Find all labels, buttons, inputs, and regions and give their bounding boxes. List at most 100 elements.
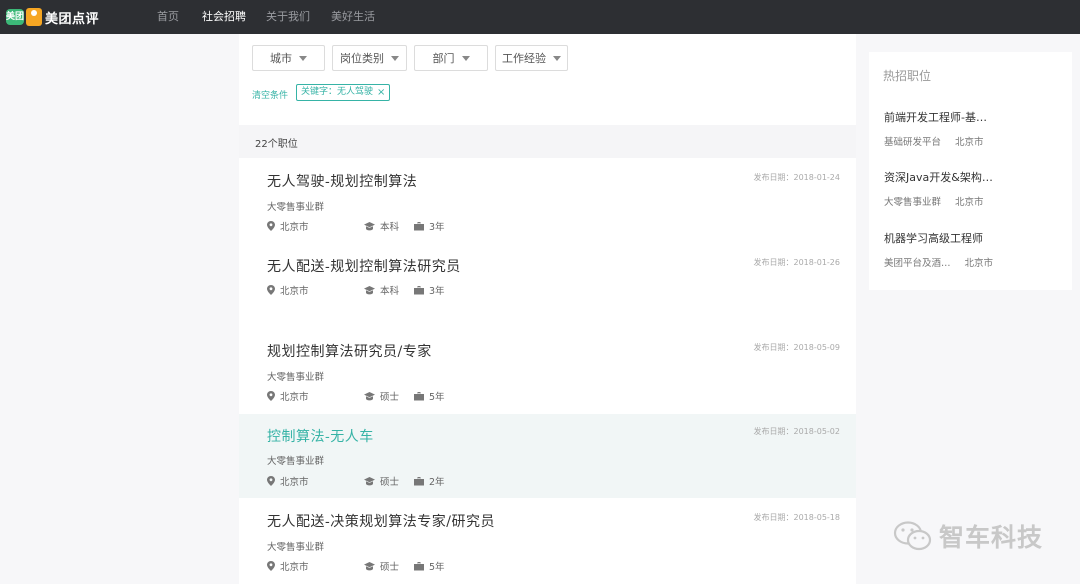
- filter-experience-dropdown[interactable]: 工作经验: [495, 45, 568, 71]
- job-department: 大零售事业群: [267, 456, 325, 467]
- hot-job-item[interactable]: 前端开发工程师-基… 基础研发平台 北京市: [884, 109, 987, 148]
- job-department: 大零售事业群: [267, 542, 325, 553]
- job-experience: 2年: [414, 474, 445, 488]
- job-city: 北京市: [267, 219, 309, 233]
- job-item[interactable]: 无人配送-决策规划算法专家/研究员 发布日期：2018-05-18 大零售事业群…: [239, 503, 856, 584]
- hot-job-meta: 大零售事业群 北京市: [884, 194, 993, 208]
- hot-job-city: 北京市: [964, 258, 994, 269]
- job-experience-text: 3年: [429, 222, 445, 233]
- caret-down-icon: [461, 55, 470, 61]
- job-experience: 3年: [414, 219, 445, 233]
- job-city-text: 北京市: [280, 222, 309, 233]
- hot-job-item[interactable]: 资深Java开发&架构… 大零售事业群 北京市: [884, 169, 993, 208]
- hot-job-city: 北京市: [955, 137, 984, 148]
- sidebar-title: 热招职位: [883, 69, 932, 83]
- job-education-text: 硕士: [380, 392, 400, 403]
- keyword-filter-tag: 关键字：无人驾驶 ×: [296, 84, 391, 101]
- brand-name: 美团点评: [45, 11, 100, 27]
- brand-logo[interactable]: 美团 美团点评: [6, 6, 99, 28]
- job-item[interactable]: 无人配送-规划控制算法研究员 发布日期：2018-01-26 北京市 本科 3年: [239, 248, 856, 332]
- filter-department-label: 部门: [432, 52, 455, 65]
- job-education-text: 硕士: [380, 477, 400, 488]
- brand-badge-icon: 美团: [6, 9, 24, 25]
- hot-job-title[interactable]: 前端开发工程师-基…: [884, 109, 987, 125]
- hot-job-title[interactable]: 机器学习高级工程师: [884, 230, 993, 246]
- filter-row: 城市 岗位类别 部门 工作经验: [252, 45, 575, 71]
- filter-city-label: 城市: [270, 52, 292, 65]
- wechat-icon: [893, 521, 932, 551]
- job-education: 硕士: [364, 559, 399, 573]
- job-education: 硕士: [364, 389, 399, 403]
- job-city: 北京市: [267, 474, 309, 488]
- hot-job-meta: 美团平台及酒… 北京市: [884, 255, 993, 269]
- caret-down-icon: [553, 55, 561, 61]
- nav-home[interactable]: 首页: [157, 0, 179, 34]
- job-title[interactable]: 无人配送-决策规划算法专家/研究员: [267, 511, 495, 531]
- job-city-text: 北京市: [280, 286, 309, 297]
- brand-mascot-icon: [26, 8, 42, 26]
- job-experience: 3年: [414, 283, 445, 297]
- job-item-highlighted[interactable]: 控制算法-无人车 发布日期：2018-05-02 大零售事业群 北京市 硕士 2…: [239, 414, 856, 498]
- hot-job-department: 基础研发平台: [884, 137, 942, 148]
- watermark-text: 智车科技: [939, 523, 1044, 552]
- filter-category-dropdown[interactable]: 岗位类别: [332, 45, 407, 71]
- briefcase-icon: [414, 561, 424, 570]
- job-title[interactable]: 无人配送-规划控制算法研究员: [267, 256, 461, 276]
- job-city-text: 北京市: [280, 562, 309, 573]
- briefcase-icon: [414, 476, 424, 485]
- nav-about-us[interactable]: 关于我们: [266, 0, 310, 34]
- close-icon[interactable]: ×: [377, 85, 385, 100]
- job-experience-text: 2年: [429, 477, 445, 488]
- job-experience: 5年: [414, 389, 445, 403]
- job-item[interactable]: 无人驾驶-规划控制算法 发布日期：2018-01-24 大零售事业群 北京市 本…: [239, 163, 856, 247]
- filter-category-label: 岗位类别: [340, 52, 384, 65]
- job-city-text: 北京市: [280, 477, 309, 488]
- location-pin-icon: [267, 561, 275, 571]
- job-experience: 5年: [414, 559, 445, 573]
- result-count-bar: 22个职位: [239, 125, 856, 158]
- hot-jobs-sidebar: 热招职位 前端开发工程师-基… 基础研发平台 北京市 资深Java开发&架构… …: [869, 52, 1072, 290]
- briefcase-icon: [414, 285, 424, 294]
- briefcase-icon: [414, 391, 424, 400]
- job-city: 北京市: [267, 559, 309, 573]
- location-pin-icon: [267, 391, 275, 401]
- job-title[interactable]: 控制算法-无人车: [267, 426, 374, 446]
- job-date: 发布日期：2018-05-02: [753, 427, 841, 436]
- job-education: 本科: [364, 219, 399, 233]
- job-title[interactable]: 无人驾驶-规划控制算法: [267, 171, 417, 191]
- filter-experience-label: 工作经验: [502, 52, 546, 65]
- clear-filters-link[interactable]: 清空条件: [252, 88, 288, 101]
- graduation-cap-icon: [364, 561, 375, 570]
- hot-job-department: 大零售事业群: [884, 197, 942, 208]
- job-experience-text: 5年: [429, 562, 445, 573]
- caret-down-icon: [299, 55, 307, 61]
- hot-job-item[interactable]: 机器学习高级工程师 美团平台及酒… 北京市: [884, 230, 993, 269]
- location-pin-icon: [267, 476, 275, 486]
- filter-department-dropdown[interactable]: 部门: [414, 45, 488, 71]
- job-date: 发布日期：2018-01-24: [753, 173, 841, 182]
- job-education: 硕士: [364, 474, 399, 488]
- location-pin-icon: [267, 285, 275, 295]
- job-education-text: 本科: [380, 222, 400, 233]
- graduation-cap-icon: [364, 476, 375, 485]
- nav-social-recruitment[interactable]: 社会招聘: [202, 0, 246, 34]
- job-city-text: 北京市: [280, 392, 309, 403]
- job-department: 大零售事业群: [267, 372, 325, 383]
- job-date: 发布日期：2018-05-09: [753, 343, 841, 352]
- filter-city-dropdown[interactable]: 城市: [252, 45, 325, 71]
- job-title[interactable]: 规划控制算法研究员/专家: [267, 341, 432, 361]
- watermark: 智车科技: [893, 518, 1043, 554]
- job-list-panel: 城市 岗位类别 部门 工作经验 清空条件 关键字：无人驾驶 × 22个职位 无人…: [239, 34, 856, 584]
- job-education-text: 硕士: [380, 562, 400, 573]
- hot-job-title[interactable]: 资深Java开发&架构…: [884, 169, 993, 185]
- graduation-cap-icon: [364, 391, 375, 400]
- nav-better-life[interactable]: 美好生活: [331, 0, 375, 34]
- briefcase-icon: [414, 221, 424, 230]
- hot-job-meta: 基础研发平台 北京市: [884, 134, 987, 148]
- job-item[interactable]: 规划控制算法研究员/专家 发布日期：2018-05-09 大零售事业群 北京市 …: [239, 333, 856, 417]
- hot-job-city: 北京市: [955, 197, 984, 208]
- caret-down-icon: [391, 55, 399, 61]
- job-education-text: 本科: [380, 286, 400, 297]
- job-city: 北京市: [267, 389, 309, 403]
- job-date: 发布日期：2018-01-26: [753, 258, 841, 267]
